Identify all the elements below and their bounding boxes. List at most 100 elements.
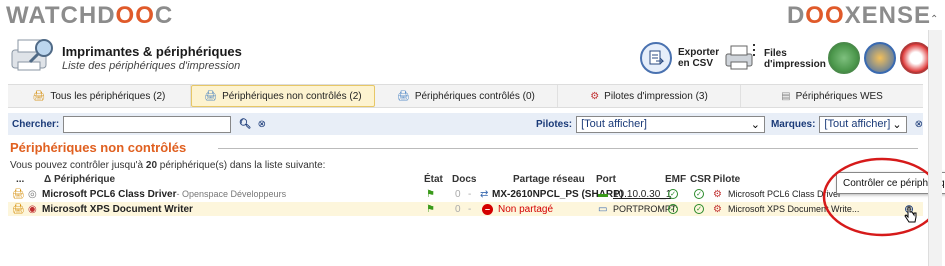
tab-label: Pilotes d'impression (3) xyxy=(604,90,708,102)
column-driver[interactable]: Pilote xyxy=(713,172,740,186)
driver-gear-icon: ⚙ xyxy=(713,188,722,200)
drivers-filter-label: Pilotes: xyxy=(536,118,573,130)
table-row[interactable]: 🖨 ◎ Microsoft PCL6 Class Driver - Opensp… xyxy=(8,187,923,201)
device-suffix: - Openspace Développeurs xyxy=(176,189,287,199)
column-docs[interactable]: Docs xyxy=(452,172,476,186)
drivers-select[interactable]: [Tout afficher] ⌄ xyxy=(576,115,765,133)
page-title: Imprimantes & périphériques xyxy=(62,44,242,59)
printer-icon: 🖨 xyxy=(204,90,218,102)
brands-select-value: [Tout afficher] xyxy=(824,118,891,130)
export-label-2: en CSV xyxy=(678,58,714,69)
docs-dash: - xyxy=(468,203,472,215)
chevron-down-icon: ⌄ xyxy=(750,118,760,131)
docs-count: 0 xyxy=(455,203,461,215)
column-emf[interactable]: EMF xyxy=(665,172,686,186)
collapse-icon[interactable]: ⌃ xyxy=(930,14,938,25)
tab-controlled-devices[interactable]: 🖨 Périphériques contrôlés (0) xyxy=(375,85,558,107)
column-menu[interactable]: ... xyxy=(16,172,24,186)
tab-bar: 🖨 Tous les périphériques (2) 🖨 Périphériqu… xyxy=(8,84,923,108)
grid-header: ... Δ Périphérique État Docs Partage rés… xyxy=(8,172,923,186)
device-name[interactable]: Microsoft PCL6 Class Driver - Openspace … xyxy=(42,187,286,201)
column-port[interactable]: Port xyxy=(596,172,616,186)
tab-label: Tous les périphériques (2) xyxy=(50,90,166,102)
intro-text-a: Vous pouvez contrôler jusqu'à xyxy=(10,160,146,171)
max-devices-count: 20 xyxy=(145,160,158,171)
section-divider xyxy=(218,148,918,149)
device-name-text: Microsoft XPS Document Writer xyxy=(42,203,193,215)
device-name-text: Microsoft PCL6 Class Driver xyxy=(42,188,177,200)
driver-gear-icon: ⚙ xyxy=(590,90,600,102)
column-csr[interactable]: CSR xyxy=(690,172,711,186)
tab-uncontrolled-devices[interactable]: 🖨 Périphériques non contrôlés (2) xyxy=(191,85,375,107)
export-csv-icon xyxy=(640,42,672,74)
column-share[interactable]: Partage réseau xyxy=(513,172,585,186)
page-subtitle: Liste des périphériques d'impression xyxy=(62,60,241,72)
tab-wes-devices[interactable]: ▤ Périphériques WES xyxy=(741,85,923,107)
vertical-scrollbar[interactable] xyxy=(928,30,942,266)
hand-cursor-icon xyxy=(904,206,917,223)
column-state[interactable]: État xyxy=(424,172,443,186)
tab-label: Périphériques WES xyxy=(795,90,883,102)
printer-magnifier-icon xyxy=(8,34,56,74)
printer-check-icon: 🖨 xyxy=(397,90,410,102)
logo-text-b: C xyxy=(154,2,174,29)
docs-count: 0 xyxy=(455,188,461,200)
emf-check-icon: ✓ xyxy=(668,187,678,201)
flag-icon: ⚑ xyxy=(426,203,435,215)
printer-queue-icon xyxy=(724,42,758,75)
network-share-icon: ⇄ xyxy=(480,188,489,200)
search-input[interactable] xyxy=(63,115,231,133)
section-title: Périphériques non contrôlés xyxy=(10,140,187,155)
watchdoc-logo: WATCHDOOC xyxy=(6,2,173,30)
brands-select[interactable]: [Tout afficher] ⌄ xyxy=(819,115,907,133)
toolbar-round-buttons xyxy=(828,42,932,74)
printer-group-icon: 🖨 xyxy=(12,188,25,200)
printer-status-icon: ◉ xyxy=(28,203,37,215)
section-intro: Vous pouvez contrôler jusqu'à 20 périphé… xyxy=(10,160,325,171)
document-icon: ▤ xyxy=(781,90,791,102)
csr-check-icon: ✓ xyxy=(694,202,704,216)
local-port-icon: ▭ xyxy=(598,203,608,215)
not-shared-icon: – xyxy=(482,202,493,216)
export-label-1: Exporter xyxy=(678,47,720,58)
logo-text-a: WATCHD xyxy=(6,2,116,29)
table-row[interactable]: 🖨 ◉ Microsoft XPS Document Writer ⚑ 0 - … xyxy=(8,202,923,216)
tab-print-drivers[interactable]: ⚙ Pilotes d'impression (3) xyxy=(558,85,741,107)
export-csv-button[interactable]: Exporter en CSV xyxy=(640,42,719,74)
device-name[interactable]: Microsoft XPS Document Writer xyxy=(42,202,193,216)
printers-icon: 🖨 xyxy=(32,90,46,102)
csr-check-icon: ✓ xyxy=(694,187,704,201)
queues-label-1: Files xyxy=(764,47,787,59)
clear-search-icon[interactable]: ⊗ xyxy=(258,119,266,130)
tab-label: Périphériques non contrôlés (2) xyxy=(222,90,362,102)
column-device[interactable]: Δ Périphérique xyxy=(44,172,115,186)
port-link[interactable]: 10.10.0.30_1 xyxy=(613,187,671,201)
refresh-icon[interactable] xyxy=(828,42,860,74)
share-name: Non partagé xyxy=(498,203,554,215)
network-port-icon: ▬ xyxy=(598,188,608,200)
search-label: Chercher: xyxy=(12,118,60,130)
printer-status-icon: ◎ xyxy=(28,188,37,200)
print-queues-button[interactable]: Files d'impression xyxy=(724,42,826,75)
emf-check-icon: ✓ xyxy=(668,202,678,216)
logo-text-o: OO xyxy=(805,2,845,29)
drivers-select-value: [Tout afficher] xyxy=(581,118,647,130)
queues-label-2: d'impression xyxy=(764,58,826,70)
filter-bar: Chercher: 🔍︎ ⊗ Pilotes: [Tout afficher] ⌄… xyxy=(8,113,923,135)
doxense-logo: DOOXENSE xyxy=(787,2,931,30)
docs-dash: - xyxy=(468,188,472,200)
logo-text-o: OO xyxy=(115,2,155,29)
logo-text-a: D xyxy=(786,2,806,29)
printer-group-icon: 🖨 xyxy=(12,203,25,215)
annotation-circle xyxy=(822,157,942,237)
search-icon[interactable]: 🔍︎ xyxy=(239,119,252,130)
brands-filter-label: Marques: xyxy=(770,118,816,130)
clear-filters-icon[interactable]: ⊗ xyxy=(915,119,923,130)
chevron-down-icon: ⌄ xyxy=(892,118,902,131)
flag-icon: ⚑ xyxy=(426,188,435,200)
tab-all-devices[interactable]: 🖨 Tous les périphériques (2) xyxy=(8,85,191,107)
logo-text-b: XENSE xyxy=(844,2,931,29)
back-icon[interactable] xyxy=(864,42,896,74)
tab-label: Périphériques contrôlés (0) xyxy=(414,90,535,102)
driver-gear-icon: ⚙ xyxy=(713,203,722,215)
